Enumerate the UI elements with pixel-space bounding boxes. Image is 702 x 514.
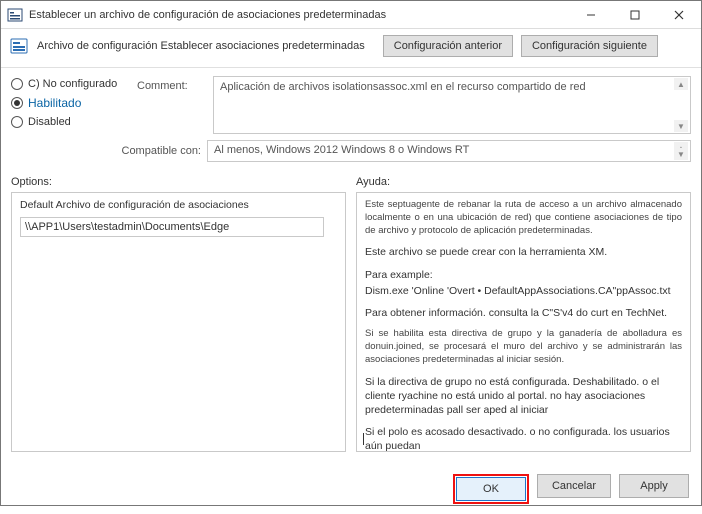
help-p7: Si el polo es acosado desactivado. o no … (365, 425, 682, 452)
apply-button[interactable]: Apply (619, 474, 689, 498)
options-box: Default Archivo de configuración de asoc… (11, 192, 346, 452)
header-label: Archivo de configuración Establecer asoc… (37, 40, 365, 52)
help-p3a: Para example: (365, 268, 682, 282)
compat-box: Al menos, Windows 2012 Windows 8 o Windo… (207, 140, 691, 162)
comment-textarea[interactable]: Aplicación de archivos isolationsassoc.x… (213, 76, 691, 134)
radio-icon (11, 116, 23, 128)
title-bar: Establecer un archivo de configuración d… (1, 1, 701, 29)
radio-enabled[interactable]: Habilitado (11, 96, 131, 110)
options-head: Options: (11, 176, 346, 188)
app-icon (7, 7, 23, 23)
ok-highlight: OK (453, 474, 529, 504)
state-column: C) No configurado Habilitado Disabled (11, 76, 131, 128)
ok-button[interactable]: OK (456, 477, 526, 501)
help-p4: Para obtener información. consulta la C"… (365, 306, 682, 320)
radio-label: C) No configurado (28, 78, 117, 90)
compat-label: Compatible con: (11, 145, 201, 157)
radio-icon (11, 78, 23, 90)
lower-panel: Options: Default Archivo de configuració… (1, 170, 701, 466)
radio-label: Habilitado (28, 96, 81, 110)
scroll-down-icon[interactable]: ▼ (674, 120, 688, 132)
help-p3b: Dism.exe 'Online 'Overt • DefaultAppAsso… (365, 284, 682, 298)
radio-not-configured[interactable]: C) No configurado (11, 78, 131, 90)
cancel-button[interactable]: Cancelar (537, 474, 611, 498)
prev-setting-button[interactable]: Configuración anterior (383, 35, 513, 57)
next-setting-button[interactable]: Configuración siguiente (521, 35, 658, 57)
upper-panel: C) No configurado Habilitado Disabled Co… (1, 68, 701, 140)
scroll-down-icon[interactable]: ▼ (674, 148, 688, 160)
compat-row: Compatible con: Al menos, Windows 2012 W… (1, 140, 701, 170)
window-buttons (569, 1, 701, 29)
help-pane: Ayuda: Este septuagente de rebanar la ru… (356, 176, 691, 466)
text-caret-icon (363, 433, 364, 445)
comment-value: Aplicación de archivos isolationsassoc.x… (220, 81, 586, 93)
radio-disabled[interactable]: Disabled (11, 116, 131, 128)
help-p2: Este archivo se puede crear con la herra… (365, 245, 682, 259)
radio-label: Disabled (28, 116, 71, 128)
compat-value: Al menos, Windows 2012 Windows 8 o Windo… (214, 144, 469, 156)
option-row-label: Default Archivo de configuración de asoc… (20, 199, 337, 211)
comment-label: Comment: (137, 76, 207, 92)
help-p1: Este septuagente de rebanar la ruta de a… (365, 199, 682, 237)
header-row: Archivo de configuración Establecer asoc… (1, 29, 701, 68)
maximize-button[interactable] (613, 1, 657, 29)
help-p5: Si se habilita esta directiva de grupo y… (365, 328, 682, 366)
help-box[interactable]: Este septuagente de rebanar la ruta de a… (356, 192, 691, 452)
help-head: Ayuda: (356, 176, 691, 188)
scroll-up-icon[interactable]: ▲ (674, 78, 688, 90)
options-pane: Options: Default Archivo de configuració… (11, 176, 346, 466)
minimize-button[interactable] (569, 1, 613, 29)
close-button[interactable] (657, 1, 701, 29)
config-file-path-input[interactable] (20, 217, 324, 237)
window-title: Establecer un archivo de configuración d… (29, 9, 569, 21)
radio-icon (11, 97, 23, 109)
footer-buttons: OK Cancelar Apply (1, 466, 701, 514)
policy-icon (9, 36, 29, 56)
help-p6: Si la directiva de grupo no está configu… (365, 375, 682, 418)
